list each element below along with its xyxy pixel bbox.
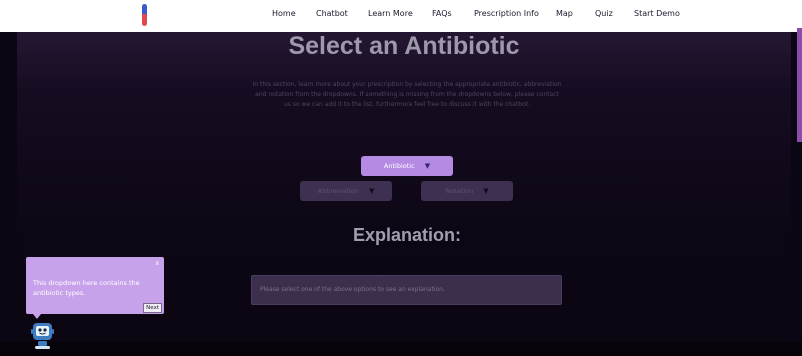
nav-link-prescription-info[interactable]: Prescription Info [474, 9, 539, 18]
antibiotic-dropdown-label: Antibiotic [383, 162, 415, 170]
tooltip-text: This dropdown here contains the antibiot… [33, 279, 140, 297]
caret-down-icon: ▼ [368, 187, 375, 195]
explanation-placeholder: Please select one of the above options t… [260, 286, 445, 293]
nav-link-quiz[interactable]: Quiz [595, 9, 613, 18]
pill-logo-icon[interactable] [142, 4, 147, 26]
notation-dropdown[interactable]: Notation ▼ [421, 181, 513, 201]
caret-down-icon: ▼ [483, 187, 489, 195]
explanation-heading: Explanation: [352, 225, 461, 245]
tooltip-arrow [33, 314, 41, 319]
notation-dropdown-label: Notation [445, 187, 474, 195]
nav-link-map[interactable]: Map [556, 9, 573, 18]
close-icon[interactable]: x [155, 260, 159, 267]
nav-link-start-demo[interactable]: Start Demo [634, 9, 680, 18]
scrollbar-thumb[interactable] [797, 28, 802, 142]
nav-link-chatbot[interactable]: Chatbot [316, 9, 348, 18]
nav-link-learn-more[interactable]: Learn More [368, 9, 413, 18]
nav-link-faqs[interactable]: FAQs [432, 9, 452, 18]
page-title: Select an Antibiotic [288, 32, 520, 60]
abbreviation-dropdown[interactable]: Abbreviation ▼ [300, 181, 392, 201]
abbreviation-dropdown-label: Abbreviation [317, 187, 359, 195]
next-button[interactable]: Next [143, 303, 162, 313]
nav-link-home[interactable]: Home [272, 9, 296, 18]
intro-text: In this section, learn more about your p… [252, 81, 562, 108]
tutorial-tooltip: x This dropdown here contains the antibi… [26, 257, 164, 314]
antibiotic-dropdown[interactable]: Antibiotic ▼ [361, 156, 453, 176]
bottom-strip [0, 342, 802, 356]
explanation-box: Please select one of the above options t… [251, 275, 562, 305]
top-navbar: Home Chatbot Learn More FAQs Prescriptio… [0, 0, 802, 32]
caret-down-icon: ▼ [424, 162, 431, 170]
chatbot-robot-icon[interactable] [29, 322, 56, 350]
